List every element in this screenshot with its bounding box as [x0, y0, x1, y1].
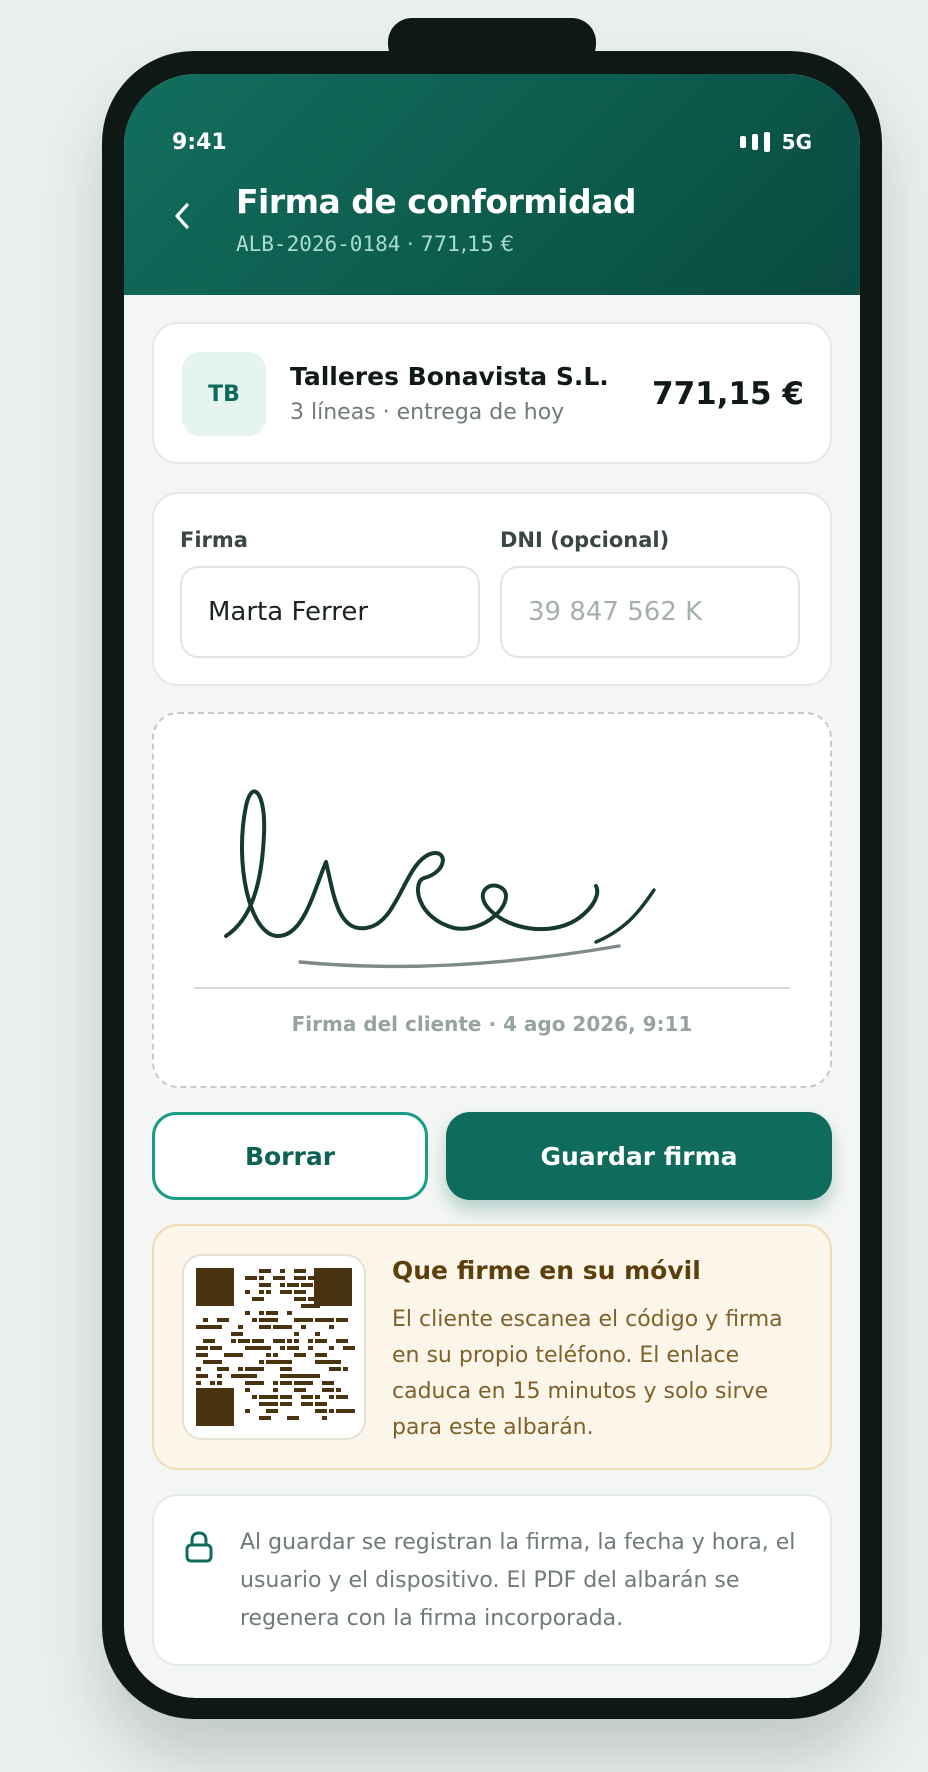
signal-bar-icon	[763, 132, 770, 152]
audit-info-card: Al guardar se registran la firma, la fec…	[152, 1494, 832, 1666]
app-header: 9:41 5G Firma de conformidad ALB-2026-01…	[124, 74, 860, 295]
back-button[interactable]	[162, 196, 202, 236]
subtitle-separator: ·	[400, 232, 421, 256]
dni-input[interactable]	[500, 566, 800, 658]
mobile-sign-text: El cliente escanea el código y firma en …	[392, 1307, 783, 1440]
delivery-note-id: ALB-2026-0184	[236, 232, 401, 256]
header-amount: 771,15 €	[420, 232, 514, 256]
lock-icon	[185, 1531, 213, 1563]
dni-label: DNI (opcional)	[500, 528, 670, 552]
audit-info-text: Al guardar se registran la firma, la fec…	[240, 1530, 796, 1631]
signature-caption: Firma del cliente · 4 ago 2026, 9:11	[291, 1012, 693, 1036]
page-subtitle: ALB-2026-0184 · 771,15 €	[236, 232, 514, 256]
save-signature-button[interactable]: Guardar firma	[446, 1112, 832, 1200]
chevron-left-icon	[175, 203, 189, 229]
mobile-sign-card: Que firme en su móvil El cliente escanea…	[152, 1224, 832, 1470]
signal-bar-icon	[751, 134, 758, 150]
client-avatar: TB	[182, 352, 266, 436]
client-amount: 771,15 €	[652, 376, 804, 412]
qr-code[interactable]	[182, 1254, 366, 1440]
status-time: 9:41	[172, 130, 227, 155]
signer-name-input[interactable]	[180, 566, 480, 658]
signer-label: Firma	[180, 528, 248, 552]
qr-code-icon	[196, 1268, 355, 1426]
page-title: Firma de conformidad	[236, 182, 637, 221]
network-type: 5G	[781, 130, 812, 154]
status-indicators: 5G	[739, 130, 812, 154]
signer-fields-card: Firma DNI (opcional)	[152, 492, 832, 686]
mobile-sign-title: Que firme en su móvil	[392, 1256, 701, 1285]
client-meta: 3 líneas · entrega de hoy	[290, 400, 565, 425]
client-summary-card: TB Talleres Bonavista S.L. 3 líneas · en…	[152, 322, 832, 464]
screen: 9:41 5G Firma de conformidad ALB-2026-01…	[124, 74, 860, 1698]
signal-bar-icon	[739, 136, 746, 148]
clear-signature-button[interactable]: Borrar	[152, 1112, 428, 1200]
signature-pad[interactable]: Firma del cliente · 4 ago 2026, 9:11	[152, 712, 832, 1088]
client-name: Talleres Bonavista S.L.	[290, 362, 609, 391]
